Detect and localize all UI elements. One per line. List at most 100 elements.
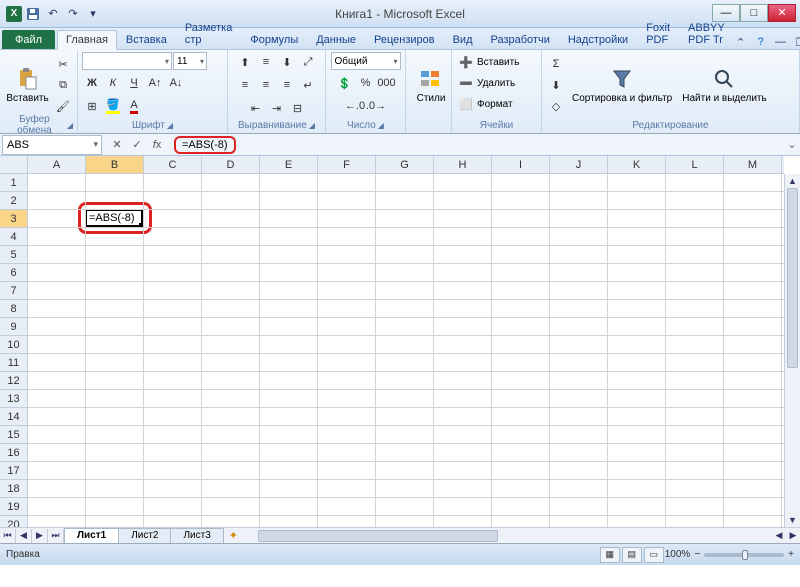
clipboard-dialog-icon[interactable]: ◢ bbox=[67, 121, 73, 130]
tab-home[interactable]: Главная bbox=[57, 30, 117, 50]
align-left-icon[interactable]: ≡ bbox=[235, 75, 255, 95]
column-header[interactable]: M bbox=[724, 156, 782, 173]
currency-icon[interactable]: 💲 bbox=[335, 73, 355, 93]
save-icon[interactable] bbox=[24, 5, 42, 23]
cut-icon[interactable]: ✂ bbox=[53, 54, 73, 74]
column-header[interactable]: L bbox=[666, 156, 724, 173]
tab-view[interactable]: Вид bbox=[444, 30, 482, 49]
fill-icon[interactable]: ⬇ bbox=[546, 75, 566, 95]
row-header[interactable]: 19 bbox=[0, 498, 27, 516]
align-right-icon[interactable]: ≡ bbox=[277, 75, 297, 95]
row-header[interactable]: 14 bbox=[0, 408, 27, 426]
name-box-input[interactable] bbox=[3, 139, 73, 151]
find-select-button[interactable]: Найти и выделить bbox=[678, 65, 770, 106]
zoom-out-icon[interactable]: − bbox=[694, 549, 700, 560]
column-header[interactable]: F bbox=[318, 156, 376, 173]
tab-addins[interactable]: Надстройки bbox=[559, 30, 637, 49]
row-header[interactable]: 16 bbox=[0, 444, 27, 462]
row-header[interactable]: 12 bbox=[0, 372, 27, 390]
active-cell[interactable]: =ABS(-8) bbox=[85, 209, 143, 227]
last-sheet-icon[interactable]: ⏭ bbox=[48, 529, 64, 543]
row-header[interactable]: 6 bbox=[0, 264, 27, 282]
column-header[interactable]: J bbox=[550, 156, 608, 173]
decrease-decimal-icon[interactable]: .0→ bbox=[366, 96, 386, 116]
font-dialog-icon[interactable]: ◢ bbox=[167, 121, 173, 130]
tab-abbyy[interactable]: ABBYY PDF Tr bbox=[679, 18, 734, 49]
scroll-right-icon[interactable]: ▶ bbox=[786, 530, 800, 541]
row-header[interactable]: 4 bbox=[0, 228, 27, 246]
fill-color-icon[interactable]: 🪣 bbox=[103, 96, 123, 116]
next-sheet-icon[interactable]: ▶ bbox=[32, 529, 48, 543]
doc-restore-icon[interactable]: ❐ bbox=[794, 35, 800, 49]
paste-button[interactable]: Вставить bbox=[4, 65, 51, 106]
increase-decimal-icon[interactable]: ←.0 bbox=[345, 96, 365, 116]
hscroll-thumb[interactable] bbox=[258, 530, 498, 542]
select-all-corner[interactable] bbox=[0, 156, 28, 174]
row-header[interactable]: 11 bbox=[0, 354, 27, 372]
row-header[interactable]: 13 bbox=[0, 390, 27, 408]
clear-icon[interactable]: ◇ bbox=[546, 96, 566, 116]
styles-button[interactable]: Стили bbox=[410, 65, 452, 106]
autosum-icon[interactable]: Σ bbox=[546, 54, 566, 74]
expand-formula-bar-icon[interactable]: ⌄ bbox=[784, 138, 800, 151]
decrease-font-icon[interactable]: A↓ bbox=[166, 73, 186, 93]
align-center-icon[interactable]: ≡ bbox=[256, 75, 276, 95]
cells-area[interactable]: =ABS(-8) bbox=[28, 174, 784, 527]
tab-review[interactable]: Рецензиров bbox=[365, 30, 444, 49]
formula-input[interactable]: =ABS(-8) bbox=[170, 135, 784, 155]
tab-data[interactable]: Данные bbox=[307, 30, 365, 49]
column-header[interactable]: A bbox=[28, 156, 86, 173]
excel-icon[interactable]: X bbox=[6, 6, 22, 22]
row-header[interactable]: 15 bbox=[0, 426, 27, 444]
zoom-slider[interactable] bbox=[704, 553, 784, 557]
row-header[interactable]: 1 bbox=[0, 174, 27, 192]
row-header[interactable]: 18 bbox=[0, 480, 27, 498]
hscroll-track[interactable] bbox=[258, 530, 758, 542]
scroll-down-icon[interactable]: ▼ bbox=[785, 513, 800, 527]
column-header[interactable]: G bbox=[376, 156, 434, 173]
sheet-tab[interactable]: Лист1 bbox=[64, 528, 119, 544]
row-header[interactable]: 10 bbox=[0, 336, 27, 354]
vertical-scrollbar[interactable]: ▲ ▼ bbox=[784, 174, 800, 527]
new-sheet-icon[interactable]: ✦ bbox=[223, 529, 244, 542]
close-button[interactable]: ✕ bbox=[768, 4, 796, 22]
row-header[interactable]: 8 bbox=[0, 300, 27, 318]
column-header[interactable]: C bbox=[144, 156, 202, 173]
column-header[interactable]: B bbox=[86, 156, 144, 173]
zoom-level[interactable]: 100% bbox=[665, 549, 691, 560]
insert-cells-button[interactable]: ➕Вставить bbox=[456, 52, 519, 72]
page-layout-view-icon[interactable]: ▤ bbox=[622, 547, 642, 563]
tab-insert[interactable]: Вставка bbox=[117, 30, 176, 49]
row-header[interactable]: 3 bbox=[0, 210, 27, 228]
tab-file[interactable]: Файл bbox=[2, 30, 55, 49]
underline-button[interactable]: Ч bbox=[124, 73, 144, 93]
format-cells-button[interactable]: ⬜Формат bbox=[456, 94, 513, 114]
row-header[interactable]: 17 bbox=[0, 462, 27, 480]
minimize-ribbon-icon[interactable]: ⌃ bbox=[734, 35, 748, 49]
tab-page-layout[interactable]: Разметка стр bbox=[176, 18, 242, 49]
sheet-tab[interactable]: Лист3 bbox=[170, 528, 223, 544]
zoom-in-icon[interactable]: + bbox=[788, 549, 794, 560]
alignment-dialog-icon[interactable]: ◢ bbox=[309, 121, 315, 130]
doc-minimize-icon[interactable]: — bbox=[774, 35, 788, 49]
borders-icon[interactable]: ⊞ bbox=[82, 96, 102, 116]
font-color-icon[interactable]: A bbox=[124, 96, 144, 116]
merge-icon[interactable]: ⊟ bbox=[288, 98, 308, 118]
fx-icon[interactable]: fx bbox=[148, 136, 166, 154]
italic-button[interactable]: К bbox=[103, 73, 123, 93]
percent-icon[interactable]: % bbox=[356, 73, 376, 93]
tab-foxit[interactable]: Foxit PDF bbox=[637, 18, 679, 49]
bold-button[interactable]: Ж bbox=[82, 73, 102, 93]
column-header[interactable]: D bbox=[202, 156, 260, 173]
normal-view-icon[interactable]: ▦ bbox=[600, 547, 620, 563]
orientation-icon[interactable]: ⤢ bbox=[298, 52, 318, 72]
cancel-formula-icon[interactable]: ✕ bbox=[108, 136, 126, 154]
enter-formula-icon[interactable]: ✓ bbox=[128, 136, 146, 154]
number-dialog-icon[interactable]: ◢ bbox=[378, 121, 384, 130]
zoom-slider-thumb[interactable] bbox=[742, 550, 748, 560]
row-header[interactable]: 2 bbox=[0, 192, 27, 210]
row-header[interactable]: 9 bbox=[0, 318, 27, 336]
copy-icon[interactable]: ⧉ bbox=[53, 75, 73, 95]
decrease-indent-icon[interactable]: ⇤ bbox=[246, 98, 266, 118]
sort-filter-button[interactable]: Сортировка и фильтр bbox=[568, 65, 676, 106]
